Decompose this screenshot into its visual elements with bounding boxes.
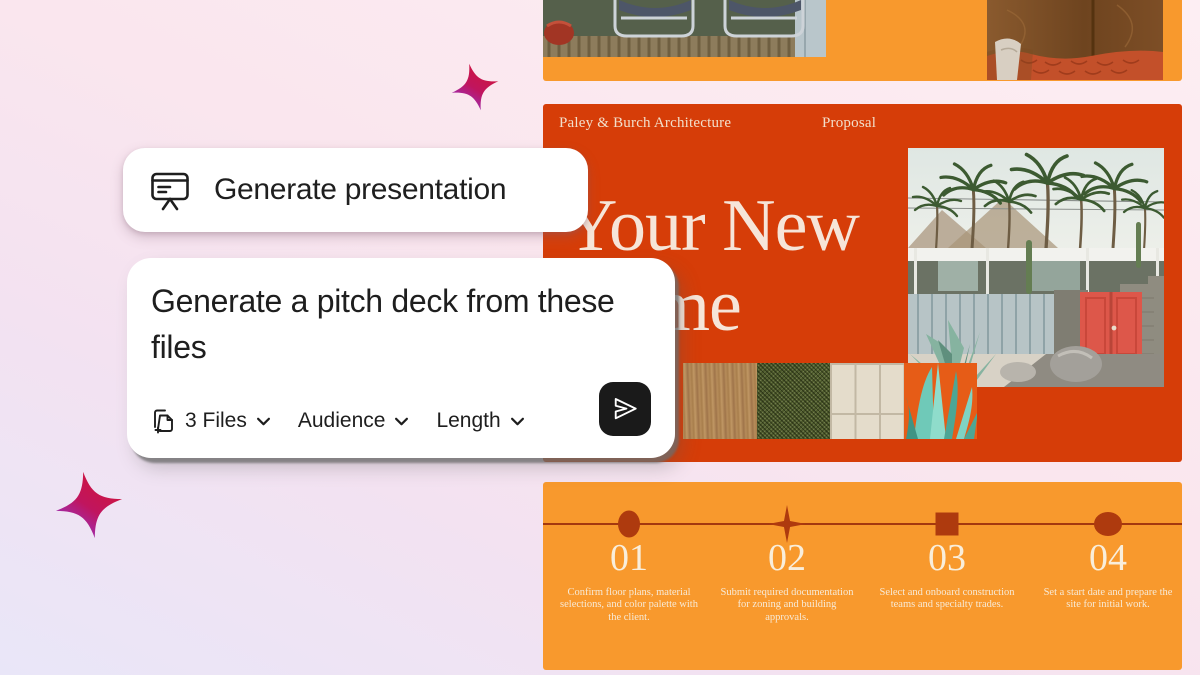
palm-springs-house-photo [908,148,1164,387]
swatch-cream-tile [830,363,904,439]
ai-sparkle-icon [43,463,136,546]
audience-chip-label: Audience [298,409,386,433]
timeline-step: 04 Set a start date and prepare the site… [1028,538,1188,612]
timeline-marker-4 [1094,512,1122,536]
step-description: Select and onboard construction teams an… [878,587,1016,612]
length-chip[interactable]: Length [436,409,524,433]
generate-presentation-label: Generate presentation [214,173,506,207]
prompt-card[interactable]: Generate a pitch deck from these files 3… [127,258,675,458]
slide-brand-text: Paley & Burch Architecture [559,115,731,132]
timeline-marker-1 [618,511,640,538]
hero-canvas: Paley & Burch Architecture Proposal Your… [0,0,1200,675]
swatch-green-weave [757,363,831,439]
files-chip[interactable]: 3 Files [151,408,271,434]
swatch-wood-grain [683,363,757,439]
step-number: 04 [1028,538,1188,580]
wood-panel-couch-photo [987,0,1163,80]
slide-doc-type: Proposal [822,115,876,132]
timeline-step: 03 Select and onboard construction teams… [867,538,1027,612]
chrome-chairs-photo [543,0,826,57]
ai-sparkle-icon [441,56,509,119]
slide-moodboard [543,0,1182,81]
prompt-options-row: 3 Files Audience Length [151,408,525,434]
prompt-text[interactable]: Generate a pitch deck from these files [151,278,631,370]
presentation-icon [149,169,191,211]
step-description: Confirm floor plans, material selections… [560,587,698,625]
step-description: Set a start date and prepare the site fo… [1039,587,1177,612]
audience-chip[interactable]: Audience [298,409,410,433]
add-files-icon [151,408,176,434]
generate-presentation-button[interactable]: Generate presentation [123,148,588,232]
material-swatches [683,363,977,439]
step-number: 03 [867,538,1027,580]
files-chip-label: 3 Files [185,409,247,433]
send-button[interactable] [599,382,651,436]
chevron-down-icon [256,417,271,426]
timeline-marker-3 [936,513,959,536]
chevron-down-icon [394,417,409,426]
length-chip-label: Length [436,409,500,433]
swatch-agave-photo [904,363,978,439]
step-number: 02 [707,538,867,580]
step-description: Submit required documentation for zoning… [718,587,856,625]
timeline-step: 02 Submit required documentation for zon… [707,538,867,625]
timeline-step: 01 Confirm floor plans, material selecti… [549,538,709,625]
slide-title-line1: Your New [564,186,859,266]
slide-timeline: 01 Confirm floor plans, material selecti… [543,482,1182,670]
step-number: 01 [549,538,709,580]
chevron-down-icon [510,417,525,426]
send-icon [610,394,640,424]
